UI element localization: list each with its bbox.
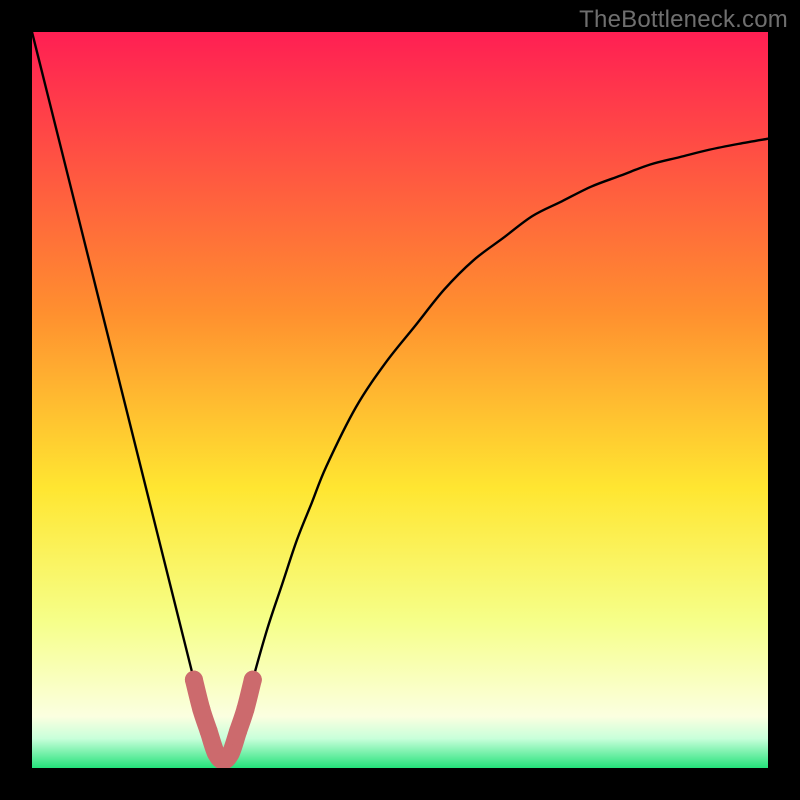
highlight-dot [229, 722, 247, 740]
gradient-background [32, 32, 768, 768]
highlight-dot [236, 700, 254, 718]
plot-area [32, 32, 768, 768]
chart-svg [32, 32, 768, 768]
chart-frame: TheBottleneck.com [0, 0, 800, 800]
highlight-dot [200, 722, 218, 740]
highlight-dot [244, 671, 262, 689]
watermark-label: TheBottleneck.com [579, 6, 788, 34]
highlight-dot [192, 700, 210, 718]
highlight-dot [185, 671, 203, 689]
highlight-dot [222, 744, 240, 762]
